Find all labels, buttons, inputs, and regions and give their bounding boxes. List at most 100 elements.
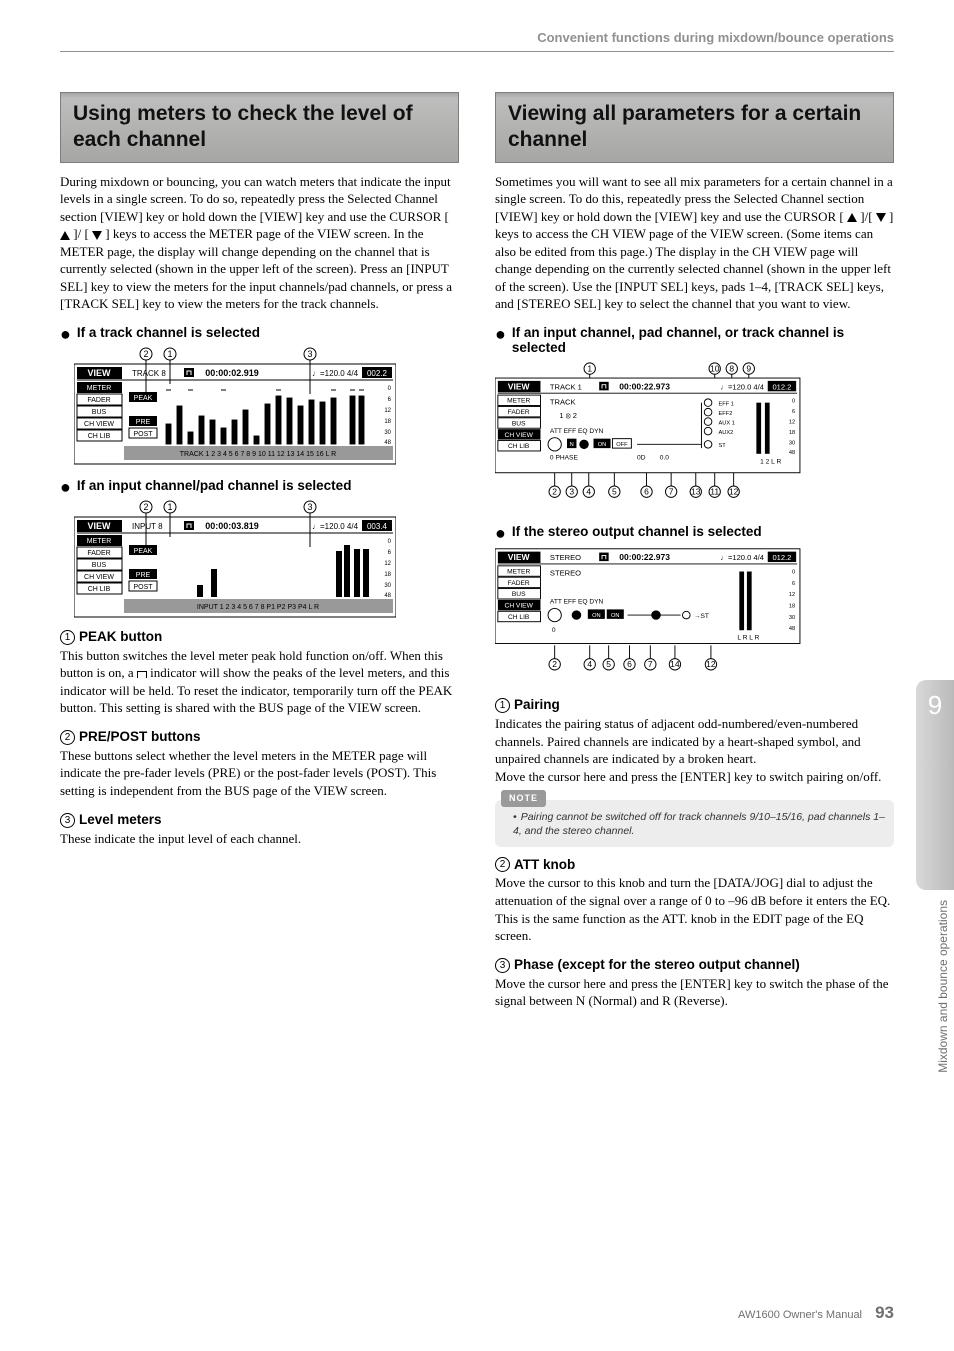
svg-text:12: 12 xyxy=(789,419,795,425)
svg-text:30: 30 xyxy=(384,583,391,589)
right-item2-body: Move the cursor to this knob and turn th… xyxy=(495,874,894,944)
left-item1-title: PEAK button xyxy=(79,629,162,644)
peak-indicator-icon xyxy=(137,671,147,678)
left-item2-title: PRE/POST buttons xyxy=(79,729,201,744)
svg-text:12: 12 xyxy=(384,561,391,567)
svg-text:12: 12 xyxy=(789,593,795,599)
right-intro-after: ] keys to access the CH VIEW page of the… xyxy=(495,209,893,312)
svg-text:METER: METER xyxy=(507,398,530,405)
svg-text:012.2: 012.2 xyxy=(772,382,791,391)
svg-text:48: 48 xyxy=(384,440,391,446)
right-item3-heading: 3Phase (except for the stereo output cha… xyxy=(495,957,894,973)
svg-text:STEREO: STEREO xyxy=(550,554,581,563)
svg-text:012.2: 012.2 xyxy=(772,554,791,563)
right-item3-title: Phase (except for the stereo output chan… xyxy=(514,957,800,972)
section-title-viewing-params: Viewing all parameters for a certain cha… xyxy=(495,92,894,163)
svg-text:INPUT 8: INPUT 8 xyxy=(132,522,163,531)
svg-text:ATT EFF EQ DYN: ATT EFF EQ DYN xyxy=(550,428,604,435)
svg-text:AUX 1: AUX 1 xyxy=(719,420,735,426)
svg-text:ON: ON xyxy=(598,442,607,448)
svg-text:18: 18 xyxy=(384,419,391,425)
cursor-up-icon xyxy=(60,231,70,240)
svg-text:18: 18 xyxy=(789,604,795,610)
svg-text:CH LIB: CH LIB xyxy=(88,586,111,593)
bullet-dot-icon: ● xyxy=(495,327,506,341)
svg-text:4: 4 xyxy=(587,660,592,670)
svg-text:POST: POST xyxy=(133,584,153,591)
note-box: NOTE Pairing cannot be switched off for … xyxy=(495,800,894,847)
right-item2-heading: 2ATT knob xyxy=(495,857,894,873)
head-rule xyxy=(60,51,894,52)
svg-text:TRACK 1 2 3 4 5 6 7 8: TRACK 1 2 3 4 5 6 7 8 9 10 11 12 13 14 1… xyxy=(180,451,336,458)
right-sub2-text: If the stereo output channel is selected xyxy=(512,524,762,539)
right-title: Viewing all parameters for a certain cha… xyxy=(508,101,881,154)
svg-text:CH VIEW: CH VIEW xyxy=(505,603,534,610)
svg-text:30: 30 xyxy=(789,615,795,621)
svg-text:BUS: BUS xyxy=(92,562,107,569)
svg-text:CH LIB: CH LIB xyxy=(508,443,530,450)
svg-text:0D: 0D xyxy=(637,454,646,461)
right-item1-title: Pairing xyxy=(514,697,560,712)
svg-text:00:00:03.819: 00:00:03.819 xyxy=(205,521,259,531)
svg-text:1: 1 xyxy=(587,363,592,373)
svg-text:0: 0 xyxy=(792,570,795,576)
screenshot-chview-channel: 1 10 8 9 VIEW TRACK 1 00:00:22.973 ♩=120… xyxy=(495,361,817,513)
svg-text:11: 11 xyxy=(710,486,719,496)
running-head: Convenient functions during mixdown/boun… xyxy=(60,30,894,45)
svg-text:CH VIEW: CH VIEW xyxy=(84,574,114,581)
right-sub1-text: If an input channel, pad channel, or tra… xyxy=(512,325,894,355)
svg-text:13: 13 xyxy=(691,486,701,496)
svg-text:1 2 L R: 1 2 L R xyxy=(760,458,781,465)
right-intro: Sometimes you will want to see all mix p… xyxy=(495,173,894,313)
svg-text:10: 10 xyxy=(710,363,720,373)
svg-text:9: 9 xyxy=(746,363,751,373)
svg-text:12: 12 xyxy=(729,486,739,496)
right-sub2-heading: ● If the stereo output channel is select… xyxy=(495,524,894,539)
svg-text:N: N xyxy=(570,442,574,448)
left-intro-mid: ]/ [ xyxy=(70,226,92,241)
svg-text:PEAK: PEAK xyxy=(134,548,153,555)
svg-text:3: 3 xyxy=(569,486,574,496)
svg-text:2: 2 xyxy=(143,349,148,359)
svg-text:30: 30 xyxy=(789,440,795,446)
svg-text:00:00:22.973: 00:00:22.973 xyxy=(619,381,670,391)
svg-text:PRE: PRE xyxy=(136,572,151,579)
svg-text:♩=120.0 4/4: ♩=120.0 4/4 xyxy=(720,554,764,563)
svg-text:0.0: 0.0 xyxy=(660,454,670,461)
svg-text:3: 3 xyxy=(307,349,312,359)
svg-text:14: 14 xyxy=(670,660,680,670)
svg-text:3: 3 xyxy=(307,502,312,512)
left-item2-heading: 2PRE/POST buttons xyxy=(60,729,459,745)
svg-text:18: 18 xyxy=(789,430,795,436)
svg-text:6: 6 xyxy=(644,486,649,496)
svg-text:4: 4 xyxy=(586,486,591,496)
svg-text:2: 2 xyxy=(552,486,557,496)
svg-text:0: 0 xyxy=(552,628,556,635)
svg-text:7: 7 xyxy=(669,486,674,496)
left-column: Using meters to check the level of each … xyxy=(60,92,459,1022)
left-intro: During mixdown or bouncing, you can watc… xyxy=(60,173,459,313)
svg-text:VIEW: VIEW xyxy=(508,381,531,391)
cursor-down-icon xyxy=(92,231,102,240)
svg-text:AUX2: AUX2 xyxy=(719,430,734,436)
svg-text:L R L R: L R L R xyxy=(737,635,759,642)
cursor-up-icon xyxy=(847,213,857,222)
left-item3-body: These indicate the input level of each c… xyxy=(60,830,459,848)
svg-text:INPUT 1 2 3 4 5 6: INPUT 1 2 3 4 5 6 7 8 P1 P2 P3 P4 L R xyxy=(197,604,319,611)
svg-text:2: 2 xyxy=(552,660,557,670)
cursor-down-icon xyxy=(876,213,886,222)
svg-text:BUS: BUS xyxy=(92,409,107,416)
side-vertical-text: Mixdown and bounce operations xyxy=(936,900,950,1073)
svg-text:♩=120.0 4/4: ♩=120.0 4/4 xyxy=(312,369,359,378)
svg-text:0 PHASE: 0 PHASE xyxy=(550,454,579,461)
page-footer: AW1600 Owner's Manual 93 xyxy=(738,1303,894,1323)
svg-text:VIEW: VIEW xyxy=(87,521,111,531)
svg-text:2: 2 xyxy=(143,502,148,512)
svg-text:12: 12 xyxy=(706,660,716,670)
svg-text:CH LIB: CH LIB xyxy=(88,433,111,440)
svg-text:FADER: FADER xyxy=(87,550,110,557)
left-item1-heading: 1PEAK button xyxy=(60,629,459,645)
svg-text:12: 12 xyxy=(384,408,391,414)
svg-text:FADER: FADER xyxy=(508,409,530,416)
left-sub1-heading: ● If a track channel is selected xyxy=(60,325,459,340)
